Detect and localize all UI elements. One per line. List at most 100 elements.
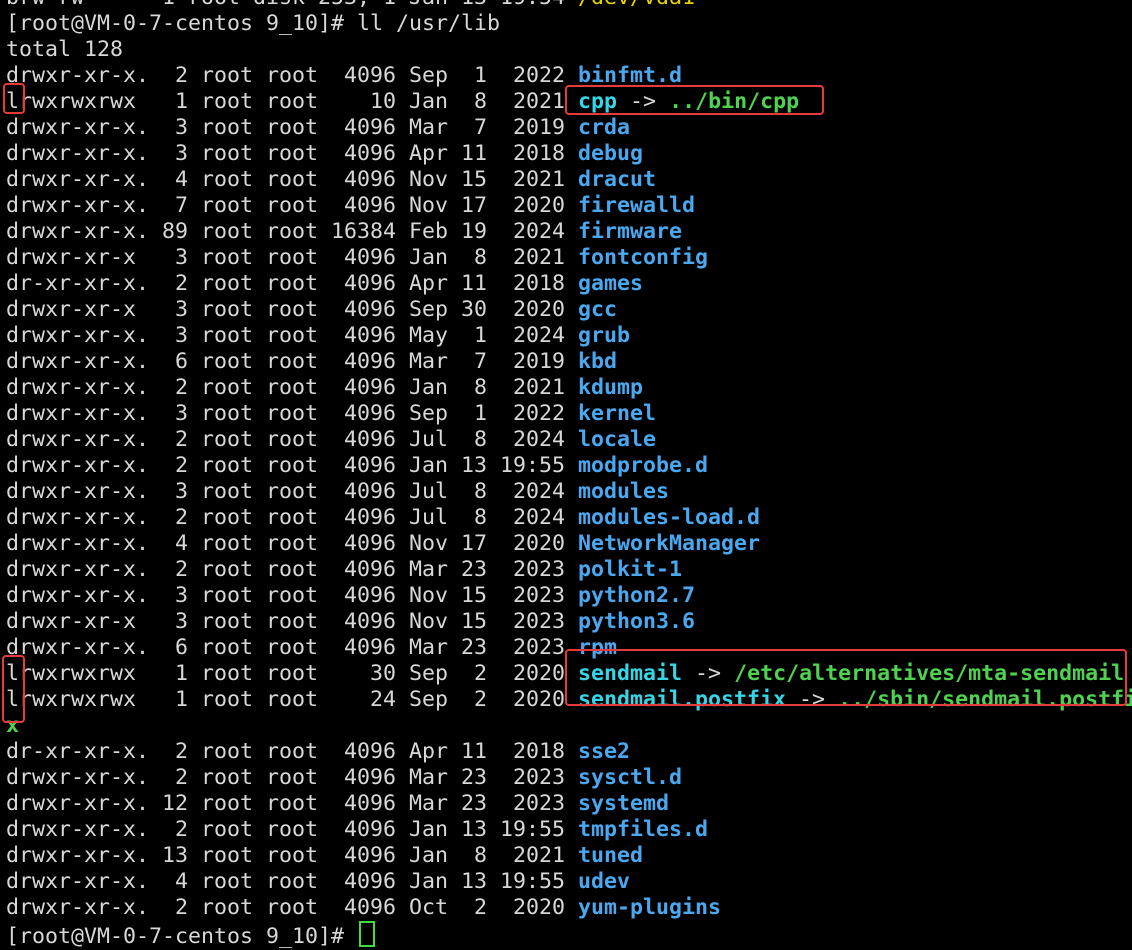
file-meta: drwxr-xr-x. 7 root root 4096 Nov 17 2020 [6,193,579,218]
directory-name: grub [578,323,631,348]
listing-row: drwxr-xr-x. 2 root root 4096 Jan 8 2021 … [6,375,643,401]
directory-name: kernel [578,401,657,426]
file-meta: drwxr-xr-x. 2 root root 4096 Jul 8 2024 [6,427,579,452]
file-meta: dr-xr-xr-x. 2 root root 4096 Apr 11 2018 [6,739,579,764]
file-meta: drwxr-xr-x. 2 root root 4096 Mar 23 2023 [6,557,579,582]
listing-row: drwxr-xr-x. 3 root root 4096 Nov 15 2023… [6,583,695,609]
listing-row: drwxr-xr-x 3 root root 4096 Sep 30 2020 … [6,297,617,323]
file-meta: drwxr-xr-x. 2 root root 4096 Oct 2 2020 [6,895,579,920]
terminal-window[interactable]: brw-rw---- 1 root disk 253, 1 Jan 13 19:… [0,0,1132,949]
file-meta: drwxr-xr-x. 6 root root 4096 Mar 7 2019 [6,349,579,374]
file-meta: drwxr-xr-x. 3 root root 4096 Jul 8 2024 [6,479,579,504]
listing-row: drwxr-xr-x. 89 root root 16384 Feb 19 20… [6,219,682,245]
text-cursor [359,921,376,947]
file-meta: drwxr-xr-x. 4 root root 4096 Nov 17 2020 [6,531,579,556]
directory-name: polkit-1 [578,557,683,582]
directory-name: firewalld [578,193,696,218]
directory-name: NetworkManager [578,531,761,556]
listing-row: dr-xr-xr-x. 2 root root 4096 Apr 11 2018… [6,271,643,297]
file-meta: lrwxrwxrwx 1 root root 24 Sep 2 2020 [6,687,579,712]
directory-name: modules [578,479,670,504]
directory-name: modules-load.d [578,505,761,530]
file-meta: drwxr-xr-x 3 root root 4096 Nov 15 2023 [6,609,579,634]
listing-row: dr-xr-xr-x. 2 root root 4096 Apr 11 2018… [6,739,630,765]
file-meta: dr-xr-xr-x. 2 root root 4096 Apr 11 2018 [6,271,579,296]
directory-name: python2.7 [578,583,696,608]
file-meta: drwxr-xr-x. 2 root root 4096 Jan 13 19:5… [6,817,579,842]
file-meta: drwxr-xr-x. 3 root root 4096 Sep 1 2022 [6,401,579,426]
directory-name: yum-plugins [578,895,722,920]
directory-name: modprobe.d [578,453,709,478]
file-meta: drwxr-xr-x. 3 root root 4096 Apr 11 2018 [6,141,579,166]
listing-row: drwxr-xr-x. 2 root root 4096 Jan 13 19:5… [6,453,708,479]
file-meta: drwxr-xr-x. 13 root root 4096 Jan 8 2021 [6,843,579,868]
listing-row: drwxr-xr-x. 3 root root 4096 May 1 2024 … [6,323,630,349]
listing-row: drwxr-xr-x. 4 root root 4096 Jan 13 19:5… [6,869,630,895]
directory-name: sysctl.d [578,765,683,790]
directory-name: kbd [578,349,618,374]
listing-row: drwxr-xr-x. 13 root root 4096 Jan 8 2021… [6,843,643,869]
listing-row: drwxr-xr-x. 2 root root 4096 Oct 2 2020 … [6,895,721,921]
file-meta: drwxr-xr-x. 6 root root 4096 Mar 23 2023 [6,635,579,660]
directory-name: systemd [578,791,670,816]
partial-output-device: /dev/vda1 [578,0,695,10]
directory-name: kdump [578,375,644,400]
highlight-box-sendmail-type [2,655,25,723]
listing-row: drwxr-xr-x. 3 root root 4096 Jul 8 2024 … [6,479,669,505]
listing-row: drwxr-xr-x. 2 root root 4096 Mar 23 2023… [6,557,682,583]
directory-name: locale [578,427,657,452]
command-text: ll /usr/lib [357,11,501,36]
directory-name: debug [578,141,644,166]
highlight-box-cpp-link [565,85,824,115]
directory-name: udev [578,869,631,894]
file-meta: lrwxrwxrwx 1 root root 30 Sep 2 2020 [6,661,579,686]
directory-name: fontconfig [578,245,709,270]
directory-name: dracut [578,167,657,192]
file-meta: drwxr-xr-x. 3 root root 4096 Mar 7 2019 [6,115,579,140]
highlight-box-sendmail-links [565,649,1127,706]
file-meta: drwxr-xr-x. 2 root root 4096 Jan 8 2021 [6,375,579,400]
file-meta: drwxr-xr-x. 12 root root 4096 Mar 23 202… [6,791,579,816]
listing-row: drwxr-xr-x 3 root root 4096 Nov 15 2023 … [6,609,695,635]
final-prompt-line[interactable]: [root@VM-0-7-centos 9_10]# [6,921,376,949]
total-line: total 128 [6,37,124,62]
directory-name: firmware [578,219,683,244]
file-meta: drwxr-xr-x. 4 root root 4096 Jan 13 19:5… [6,869,579,894]
listing-row: drwxr-xr-x. 2 root root 4096 Jul 8 2024 … [6,505,760,531]
file-meta: drwxr-xr-x. 3 root root 4096 May 1 2024 [6,323,579,348]
directory-name: sse2 [578,739,631,764]
listing-row: drwxr-xr-x. 3 root root 4096 Sep 1 2022 … [6,401,656,427]
listing-row: drwxr-xr-x. 3 root root 4096 Mar 7 2019 … [6,115,630,141]
file-meta: drwxr-xr-x. 2 root root 4096 Sep 1 2022 [6,63,579,88]
file-meta: drwxr-xr-x 3 root root 4096 Jan 8 2021 [6,245,579,270]
file-meta: drwxr-xr-x. 89 root root 16384 Feb 19 20… [6,219,579,244]
listing-row: drwxr-xr-x. 2 root root 4096 Jan 13 19:5… [6,817,708,843]
highlight-box-cpp-type [3,83,25,114]
directory-name: gcc [578,297,618,322]
listing-row: drwxr-xr-x. 3 root root 4096 Apr 11 2018… [6,141,643,167]
file-meta: drwxr-xr-x. 2 root root 4096 Jul 8 2024 [6,505,579,530]
file-meta: lrwxrwxrwx 1 root root 10 Jan 8 2021 [6,89,579,114]
listing-row: drwxr-xr-x. 4 root root 4096 Nov 17 2020… [6,531,760,557]
listing-row: drwxr-xr-x. 4 root root 4096 Nov 15 2021… [6,167,656,193]
file-meta: drwxr-xr-x. 2 root root 4096 Jan 13 19:5… [6,453,579,478]
listing-row: drwxr-xr-x. 2 root root 4096 Jul 8 2024 … [6,427,656,453]
listing-row: drwxr-xr-x. 2 root root 4096 Mar 23 2023… [6,765,682,791]
directory-name: python3.6 [578,609,696,634]
directory-name: games [578,271,644,296]
file-meta: drwxr-xr-x 3 root root 4096 Sep 30 2020 [6,297,579,322]
partial-output-line: brw-rw---- 1 root disk 253, 1 Jan 13 19:… [6,0,695,11]
directory-name: crda [578,115,631,140]
listing-row: drwxr-xr-x. 6 root root 4096 Mar 23 2023… [6,635,617,661]
file-meta: drwxr-xr-x. 2 root root 4096 Mar 23 2023 [6,765,579,790]
directory-name: tmpfiles.d [578,817,709,842]
command-line: [root@VM-0-7-centos 9_10]# ll /usr/lib [6,11,500,37]
listing-row: drwxr-xr-x. 7 root root 4096 Nov 17 2020… [6,193,695,219]
file-meta: drwxr-xr-x. 3 root root 4096 Nov 15 2023 [6,583,579,608]
shell-prompt: [root@VM-0-7-centos 9_10]# [6,11,358,36]
listing-row: drwxr-xr-x. 12 root root 4096 Mar 23 202… [6,791,669,817]
shell-prompt: [root@VM-0-7-centos 9_10]# [6,924,358,949]
file-meta: drwxr-xr-x. 4 root root 4096 Nov 15 2021 [6,167,579,192]
listing-row: drwxr-xr-x 3 root root 4096 Jan 8 2021 f… [6,245,708,271]
listing-row: drwxr-xr-x. 6 root root 4096 Mar 7 2019 … [6,349,617,375]
